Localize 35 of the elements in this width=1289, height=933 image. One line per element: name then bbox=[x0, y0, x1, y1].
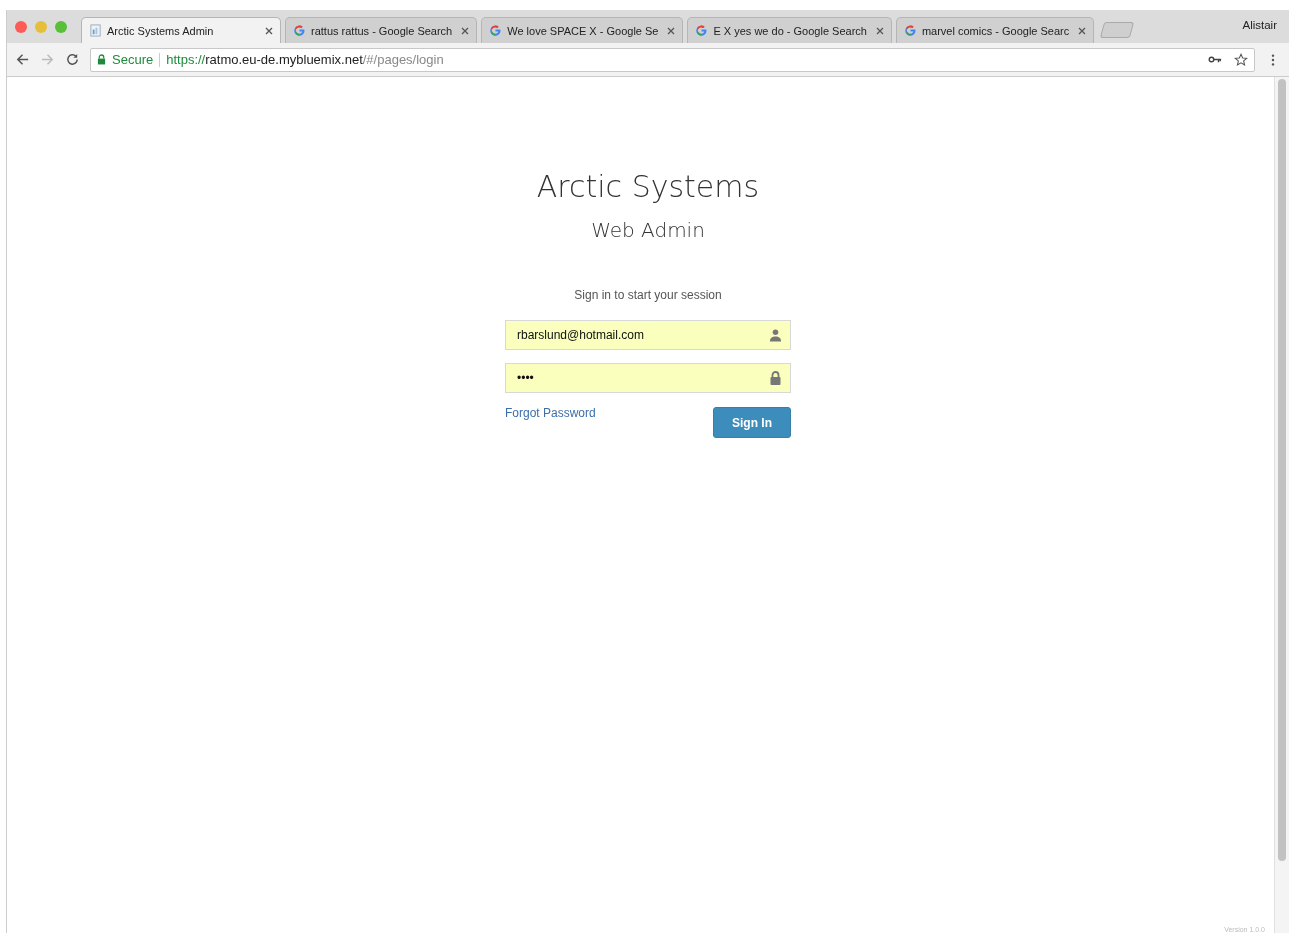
lock-icon bbox=[769, 371, 782, 385]
google-g-icon bbox=[293, 24, 306, 37]
sign-in-prompt: Sign in to start your session bbox=[574, 288, 722, 302]
address-bar[interactable]: Secure https://ratmo.eu-de.mybluemix.net/#/pages/login bbox=[90, 47, 1255, 72]
reload-icon[interactable] bbox=[65, 52, 80, 67]
browser-tab[interactable]: rattus rattus - Google Search bbox=[285, 17, 478, 43]
close-tab-icon[interactable] bbox=[461, 26, 470, 35]
key-icon[interactable] bbox=[1208, 55, 1222, 64]
document-icon bbox=[89, 24, 102, 37]
close-tab-icon[interactable] bbox=[875, 26, 884, 35]
sign-in-button[interactable]: Sign In bbox=[713, 407, 791, 438]
close-tab-icon[interactable] bbox=[1078, 26, 1087, 35]
app-title: Arctic Systems bbox=[536, 169, 760, 204]
browser-tab[interactable]: E X yes we do - Google Search bbox=[687, 17, 892, 43]
close-tab-icon[interactable] bbox=[667, 26, 676, 35]
user-icon bbox=[769, 328, 782, 342]
password-field[interactable]: •••• bbox=[505, 363, 791, 393]
browser-tab[interactable]: Arctic Systems Admin bbox=[81, 17, 281, 43]
google-g-icon bbox=[489, 24, 503, 37]
close-tab-icon[interactable] bbox=[265, 26, 273, 35]
browser-tab[interactable]: We love SPACE X - Google Se bbox=[481, 17, 684, 43]
browser-tab[interactable]: marvel comics - Google Searc bbox=[895, 17, 1095, 43]
forgot-password-link[interactable]: Forgot Password bbox=[505, 406, 596, 420]
profile-name[interactable]: Alistair bbox=[1242, 19, 1277, 31]
scrollbar[interactable] bbox=[1274, 77, 1289, 933]
star-icon[interactable] bbox=[1234, 52, 1248, 67]
google-g-icon bbox=[903, 24, 917, 37]
app-subtitle: Web Admin bbox=[591, 218, 705, 242]
email-field[interactable]: rbarslund@hotmail.com bbox=[505, 320, 791, 350]
lock-icon bbox=[97, 54, 106, 65]
secure-label: Secure bbox=[112, 52, 154, 67]
back-icon[interactable] bbox=[15, 52, 30, 67]
url-text: https://ratmo.eu-de.mybluemix.net/#/pages/login bbox=[166, 52, 445, 67]
menu-icon[interactable] bbox=[1271, 52, 1275, 67]
google-g-icon bbox=[695, 24, 709, 37]
